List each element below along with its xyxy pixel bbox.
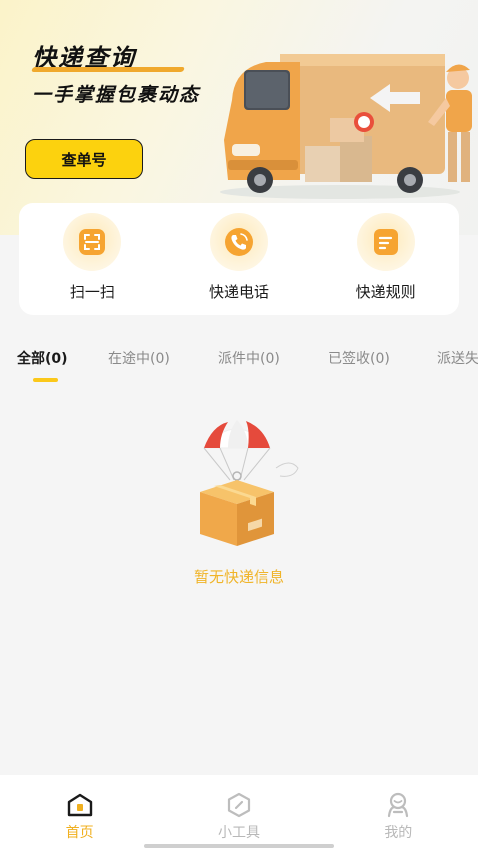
profile-icon <box>388 792 409 818</box>
empty-state-message: 暂无快递信息 <box>193 568 284 586</box>
scan-icon <box>63 212 122 271</box>
nav-tools[interactable]: 小工具 <box>159 775 318 850</box>
scan-action[interactable]: 扫一扫 <box>32 212 152 302</box>
status-tabs: 全部(0) 在途中(0) 派件中(0) 已签收(0) 派送失败(0) <box>0 340 478 390</box>
scan-action-label: 扫一扫 <box>69 282 115 301</box>
rules-icon <box>356 212 415 271</box>
tab-in-transit[interactable]: 在途中(0) <box>108 348 170 368</box>
parachute-package-icon <box>200 420 299 546</box>
bottom-navigation: 首页 小工具 我的 <box>0 775 478 850</box>
delivery-truck-illustration <box>220 54 472 199</box>
phone-icon <box>209 212 268 271</box>
tab-all[interactable]: 全部(0) <box>17 348 68 368</box>
home-indicator-bar <box>144 844 334 848</box>
nav-home[interactable]: 首页 <box>0 775 159 850</box>
active-tab-indicator <box>33 378 58 382</box>
query-tracking-button[interactable]: 查单号 <box>25 139 143 179</box>
tab-signed[interactable]: 已签收(0) <box>328 348 390 368</box>
tab-out-for-delivery[interactable]: 派件中(0) <box>218 348 280 368</box>
nav-home-label: 首页 <box>65 825 94 841</box>
courier-phone-action[interactable]: 快递电话 <box>179 212 299 302</box>
tools-icon <box>227 792 251 818</box>
nav-tools-label: 小工具 <box>217 825 260 841</box>
nav-profile-label: 我的 <box>384 825 413 841</box>
courier-phone-label: 快递电话 <box>208 282 269 301</box>
tab-delivery-failed[interactable]: 派送失败(0) <box>437 348 478 368</box>
nav-profile[interactable]: 我的 <box>319 775 478 850</box>
courier-rules-label: 快递规则 <box>355 282 416 301</box>
hero-title-underline <box>31 67 185 72</box>
hero-banner: 快递查询 一手掌握包裹动态 查单号 <box>0 0 478 235</box>
home-icon <box>67 793 92 817</box>
quick-actions-card: 扫一扫 快递电话 快递规则 <box>19 203 459 315</box>
courier-rules-action[interactable]: 快递规则 <box>326 212 446 302</box>
hero-subtitle: 一手掌握包裹动态 <box>32 84 201 106</box>
